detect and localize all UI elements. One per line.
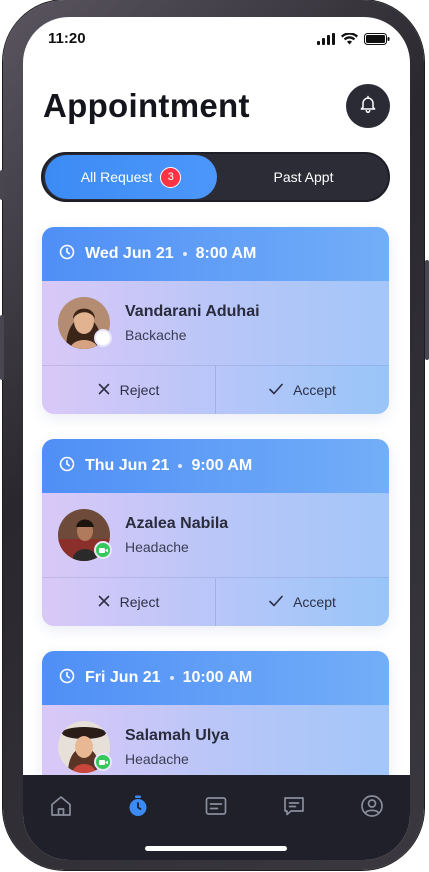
home-indicator[interactable] (145, 846, 287, 851)
reject-label: Reject (119, 594, 160, 610)
patient-info: Vandarani Aduhai Backache (42, 281, 389, 365)
battery-icon (364, 32, 390, 50)
profile-icon (360, 794, 384, 823)
appointment-card: Wed Jun 21 8:00 AM Vandarani Aduhai Back… (42, 227, 389, 414)
patient-name: Vandarani Aduhai (125, 303, 260, 320)
nav-messages[interactable] (281, 795, 307, 821)
accept-label: Accept (293, 382, 336, 398)
video-status-badge (94, 753, 112, 771)
clock-icon (59, 668, 75, 689)
status-bar: 11:20 (23, 17, 410, 61)
patient-complaint: Headache (125, 751, 189, 767)
patient-info: Azalea Nabila Headache (42, 493, 389, 577)
appointment-time: 8:00 AM (195, 245, 257, 262)
appointment-time: 9:00 AM (191, 457, 253, 474)
avatar-status-dot (94, 329, 112, 347)
appointment-date: Fri Jun 21 (85, 669, 161, 686)
side-button-right-power (425, 260, 429, 360)
status-icons (317, 32, 390, 50)
close-icon (98, 594, 110, 610)
side-button-left-mute (0, 170, 4, 200)
close-icon (98, 382, 110, 398)
patient-name: Salamah Ulya (125, 727, 230, 744)
appointment-datetime: Fri Jun 21 10:00 AM (42, 651, 389, 705)
tab-bar: All Request 3 Past Appt (41, 152, 390, 202)
status-time: 11:20 (48, 30, 86, 47)
accept-button[interactable]: Accept (215, 578, 389, 626)
home-icon (49, 794, 73, 823)
patient-complaint: Headache (125, 539, 189, 555)
video-status-badge (94, 541, 112, 559)
check-icon (269, 382, 283, 398)
page-title: Appointment (43, 87, 250, 124)
timer-icon (126, 794, 150, 823)
appointment-date: Thu Jun 21 (85, 457, 170, 474)
side-button-left-volume (0, 315, 4, 380)
reject-button[interactable]: Reject (42, 366, 215, 414)
card-actions: Reject Accept (42, 577, 389, 626)
accept-button[interactable]: Accept (215, 366, 389, 414)
appointment-date: Wed Jun 21 (85, 245, 174, 262)
clock-icon (59, 456, 75, 477)
wifi-icon (341, 32, 358, 50)
request-count-badge: 3 (160, 166, 182, 188)
tab-past-appt-label: Past Appt (273, 169, 334, 185)
appointment-time: 10:00 AM (182, 669, 253, 686)
signal-icon (317, 32, 335, 50)
appointment-card: Thu Jun 21 9:00 AM Azalea Nabila Headach… (42, 439, 389, 626)
clock-icon (59, 244, 75, 265)
nav-records[interactable] (203, 795, 229, 821)
nav-profile[interactable] (359, 794, 385, 823)
separator-dot (169, 676, 174, 680)
document-icon (204, 794, 228, 823)
bell-icon (358, 94, 378, 119)
notifications-button[interactable] (346, 84, 390, 128)
patient-complaint: Backache (125, 327, 187, 343)
patient-name: Azalea Nabila (125, 515, 229, 532)
check-icon (269, 594, 283, 610)
nav-home[interactable] (48, 795, 74, 821)
nav-appointments[interactable] (125, 795, 151, 821)
separator-dot (182, 252, 187, 256)
appointment-datetime: Wed Jun 21 8:00 AM (42, 227, 389, 281)
screen: 11:20 Appointment All Request 3 Past App… (23, 17, 410, 860)
video-icon (98, 759, 108, 765)
reject-label: Reject (119, 382, 160, 398)
accept-label: Accept (293, 594, 336, 610)
video-icon (98, 547, 108, 553)
tab-past-appt[interactable]: Past Appt (219, 155, 388, 199)
chat-icon (282, 794, 306, 823)
card-actions: Reject Accept (42, 365, 389, 414)
reject-button[interactable]: Reject (42, 578, 215, 626)
tab-all-request[interactable]: All Request 3 (45, 155, 217, 199)
separator-dot (178, 464, 183, 468)
tab-all-request-label: All Request (80, 169, 153, 185)
appointment-datetime: Thu Jun 21 9:00 AM (42, 439, 389, 493)
